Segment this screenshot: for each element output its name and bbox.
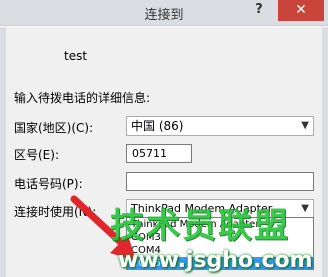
dropdown-item[interactable]: COM4 (127, 244, 313, 257)
country-label: 国家(地区)(C): (14, 121, 94, 135)
instruction-text: 输入待拨电话的详细信息: (14, 91, 151, 105)
dropdown-item-selected[interactable]: COM5 (127, 257, 313, 270)
window-border-right (322, 27, 328, 277)
dropdown-item[interactable]: COM3 (127, 231, 313, 244)
device-dropdown-list[interactable]: ThinkPad Modem Adapter COM3 COM4 COM5 (126, 217, 314, 270)
close-button[interactable]: ✕ (278, 0, 324, 21)
phone-number-input[interactable] (126, 172, 314, 191)
area-code-label: 区号(E): (14, 148, 59, 162)
chevron-down-icon: ▼ (301, 203, 309, 214)
area-code-input[interactable]: 05711 (126, 144, 192, 163)
help-button[interactable]: ? (248, 2, 270, 22)
country-select[interactable]: 中国 (86) ▼ (126, 116, 314, 136)
dropdown-item[interactable]: ThinkPad Modem Adapter (127, 218, 313, 231)
title-bar: 连接到 ? ✕ (0, 0, 328, 26)
window-border-left (0, 27, 6, 277)
phone-number-label: 电话号码(P): (14, 177, 83, 191)
country-select-value: 中国 (86) (131, 119, 184, 133)
connection-name: test (64, 49, 88, 63)
connect-using-value: ThinkPad Modem Adapter (131, 202, 273, 215)
red-arrow-annotation (70, 195, 136, 261)
chevron-down-icon: ▼ (301, 120, 309, 131)
connect-using-select[interactable]: ThinkPad Modem Adapter ▼ (126, 199, 314, 218)
